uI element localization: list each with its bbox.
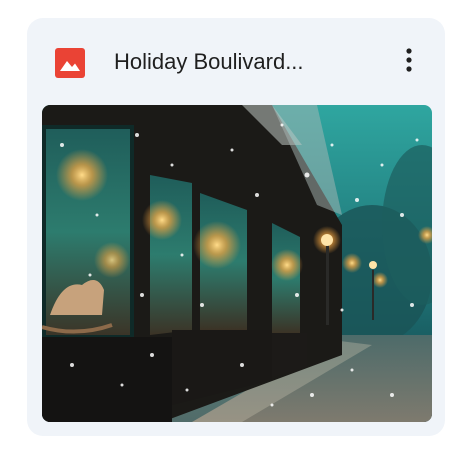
file-card[interactable]: Holiday Boulivard... bbox=[27, 18, 445, 436]
more-vert-icon bbox=[406, 47, 412, 77]
file-card-header: Holiday Boulivard... bbox=[27, 18, 445, 105]
more-options-button[interactable] bbox=[391, 42, 427, 82]
snowy-storefront-image bbox=[42, 105, 432, 422]
image-file-icon bbox=[55, 48, 85, 78]
file-title[interactable]: Holiday Boulivard... bbox=[114, 45, 374, 79]
file-thumbnail[interactable] bbox=[42, 105, 432, 422]
